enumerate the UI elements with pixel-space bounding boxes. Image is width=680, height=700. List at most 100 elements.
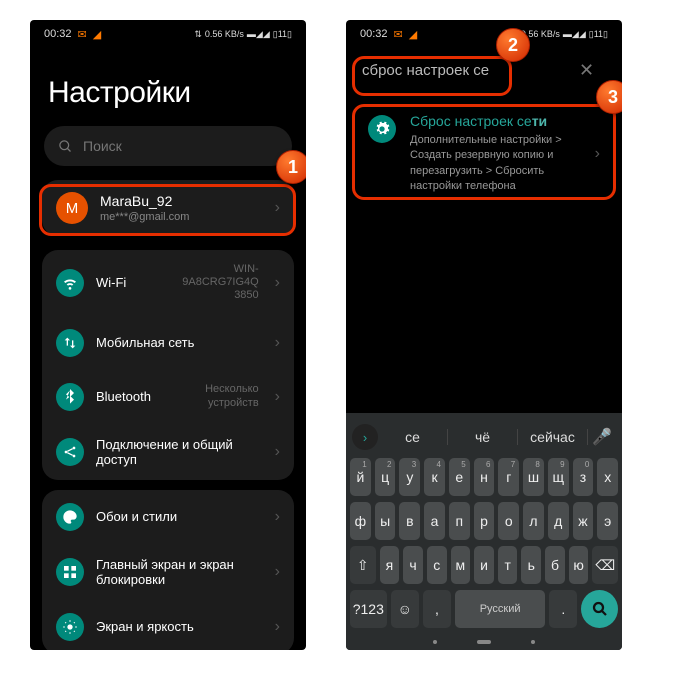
key-р[interactable]: р (474, 502, 495, 540)
key-ч[interactable]: ч (403, 546, 423, 584)
msg-icon: ✉ (394, 28, 403, 41)
key-а[interactable]: а (424, 502, 445, 540)
period-key[interactable]: . (549, 590, 577, 628)
comma-key[interactable]: , (423, 590, 451, 628)
row-bluetooth[interactable]: Bluetooth Несколько устройств › (42, 370, 294, 424)
badge-3: 3 (596, 80, 622, 114)
sun-icon (56, 613, 84, 641)
key-т[interactable]: т (498, 546, 518, 584)
chevron-right-icon: › (275, 618, 280, 636)
key-с[interactable]: с (427, 546, 447, 584)
search-box[interactable] (44, 126, 292, 166)
suggestion[interactable]: се (378, 429, 448, 445)
row-wifi[interactable]: Wi-Fi WIN-9A8CRG7IG4Q 3850 › (42, 250, 294, 316)
key-ц[interactable]: ц2 (375, 458, 396, 496)
key-row-1: й1ц2у3к4е5н6г7ш8щ9з0х (346, 455, 622, 499)
key-б[interactable]: б (545, 546, 565, 584)
key-д[interactable]: д (548, 502, 569, 540)
key-л[interactable]: л (523, 502, 544, 540)
space-key[interactable]: Русский (455, 590, 545, 628)
key-ф[interactable]: ф (350, 502, 371, 540)
key-н[interactable]: н6 (474, 458, 495, 496)
speed: 0.56 KB/s (205, 29, 244, 39)
key-у[interactable]: у3 (399, 458, 420, 496)
wifi-icon (56, 269, 84, 297)
chevron-right-icon: › (275, 274, 280, 292)
key-ы[interactable]: ы (375, 502, 396, 540)
search-input[interactable] (362, 62, 561, 79)
row-label: Wi-Fi (96, 275, 157, 290)
badge-2: 2 (496, 28, 530, 62)
key-ь[interactable]: ь (521, 546, 541, 584)
emoji-key[interactable]: ☺ (391, 590, 419, 628)
palette-icon (56, 503, 84, 531)
key-г[interactable]: г7 (498, 458, 519, 496)
search-input[interactable] (83, 138, 278, 154)
badge-1: 1 (276, 150, 306, 184)
row-mobile[interactable]: Мобильная сеть › (42, 316, 294, 370)
status-bar: 00:32 ✉ ◢ ⇅0.56 KB/s▬◢◢▯11▯ (30, 20, 306, 48)
row-side: Несколько устройств (169, 383, 259, 409)
key-row-3: ⇧ ячсмитьбю ⌫ (346, 543, 622, 587)
row-label: Мобильная сеть (96, 335, 263, 350)
phone-search: 00:32✉◢ ⇅0.56 KB/s▬◢◢▯11▯ ✕ Отмена 2 Сбр… (346, 20, 622, 650)
shift-key[interactable]: ⇧ (350, 546, 376, 584)
key-е[interactable]: е5 (449, 458, 470, 496)
account-name: MaraBu_92 (100, 193, 263, 209)
group-connectivity: Wi-Fi WIN-9A8CRG7IG4Q 3850 › Мобильная с… (42, 250, 294, 480)
chevron-right-icon: › (275, 508, 280, 526)
chevron-right-icon: › (275, 199, 280, 217)
status-time: 00:32 (44, 28, 72, 40)
mic-icon[interactable]: 🎤 (588, 427, 616, 447)
key-з[interactable]: з0 (573, 458, 594, 496)
row-label: Bluetooth (96, 389, 157, 404)
key-о[interactable]: о (498, 502, 519, 540)
key-х[interactable]: х (597, 458, 618, 496)
expand-icon[interactable]: › (352, 424, 378, 450)
suggestion[interactable]: чё (448, 429, 518, 445)
row-home[interactable]: Главный экран и экран блокировки › (42, 544, 294, 600)
backspace-key[interactable]: ⌫ (592, 546, 618, 584)
key-row-2: фывапролджэ (346, 499, 622, 543)
kite-icon: ◢ (93, 28, 101, 41)
row-wallpaper[interactable]: Обои и стили › (42, 490, 294, 544)
avatar: M (56, 192, 88, 224)
battery: ▯11▯ (273, 29, 292, 40)
numeric-key[interactable]: ?123 (350, 590, 387, 628)
account-row[interactable]: M MaraBu_92 me***@gmail.com › (42, 180, 294, 236)
page-title: Настройки (30, 48, 306, 126)
group-display: Обои и стили › Главный экран и экран бло… (42, 490, 294, 650)
search-key[interactable] (581, 590, 618, 628)
chevron-right-icon: › (275, 388, 280, 406)
account-email: me***@gmail.com (100, 211, 263, 223)
row-label: Обои и стили (96, 509, 263, 524)
signal-icon: ▬◢◢ (563, 29, 586, 40)
status-time: 00:32 (360, 28, 388, 40)
phone-settings: 00:32 ✉ ◢ ⇅0.56 KB/s▬◢◢▯11▯ Настройки 1 M … (30, 20, 306, 650)
msg-icon: ✉ (78, 28, 87, 41)
key-й[interactable]: й1 (350, 458, 371, 496)
suggestion[interactable]: сейчас (518, 429, 588, 445)
key-я[interactable]: я (380, 546, 400, 584)
key-м[interactable]: м (451, 546, 471, 584)
key-и[interactable]: и (474, 546, 494, 584)
signal-icon: ▬◢◢ (247, 29, 270, 40)
search-icon (58, 139, 73, 154)
row-brightness[interactable]: Экран и яркость › (42, 600, 294, 650)
key-ю[interactable]: ю (569, 546, 589, 584)
key-п[interactable]: п (449, 502, 470, 540)
key-ж[interactable]: ж (573, 502, 594, 540)
keyboard: › се чё сейчас 🎤 й1ц2у3к4е5н6г7ш8щ9з0х ф… (346, 413, 622, 650)
key-э[interactable]: э (597, 502, 618, 540)
net-icon: ⇅ (194, 29, 202, 40)
suggestion-bar: › се чё сейчас 🎤 (346, 419, 622, 455)
search-result[interactable]: Сброс настроек сети Дополнительные настр… (360, 103, 608, 205)
chevron-right-icon: › (275, 334, 280, 352)
key-к[interactable]: к4 (424, 458, 445, 496)
key-в[interactable]: в (399, 502, 420, 540)
row-tether[interactable]: Подключение и общий доступ › (42, 424, 294, 480)
clear-icon[interactable]: ✕ (571, 56, 602, 85)
key-щ[interactable]: щ9 (548, 458, 569, 496)
key-ш[interactable]: ш8 (523, 458, 544, 496)
result-path: Дополнительные настройки > Создать резер… (410, 133, 580, 195)
